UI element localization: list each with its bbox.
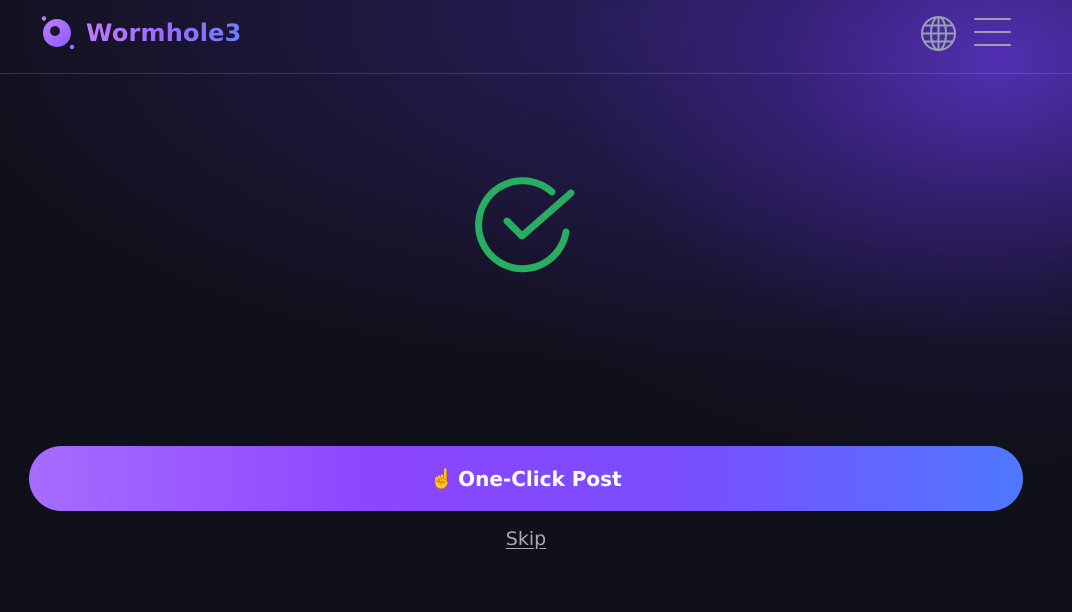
success-check-icon [474, 172, 578, 276]
wormhole-logo-icon [40, 15, 76, 51]
globe-icon[interactable] [920, 15, 957, 52]
brand-name: Wormhole3 [86, 19, 242, 47]
one-click-post-label: One-Click Post [458, 466, 622, 491]
brand-logo[interactable]: Wormhole3 [40, 15, 242, 51]
skip-link[interactable]: Skip [0, 528, 1052, 550]
one-click-post-button[interactable]: ☝️ One-Click Post [29, 446, 1023, 511]
hamburger-menu-icon[interactable] [974, 18, 1012, 48]
pointing-hand-icon: ☝️ [430, 468, 455, 490]
top-navigation-bar: Wormhole3 [0, 0, 1072, 74]
